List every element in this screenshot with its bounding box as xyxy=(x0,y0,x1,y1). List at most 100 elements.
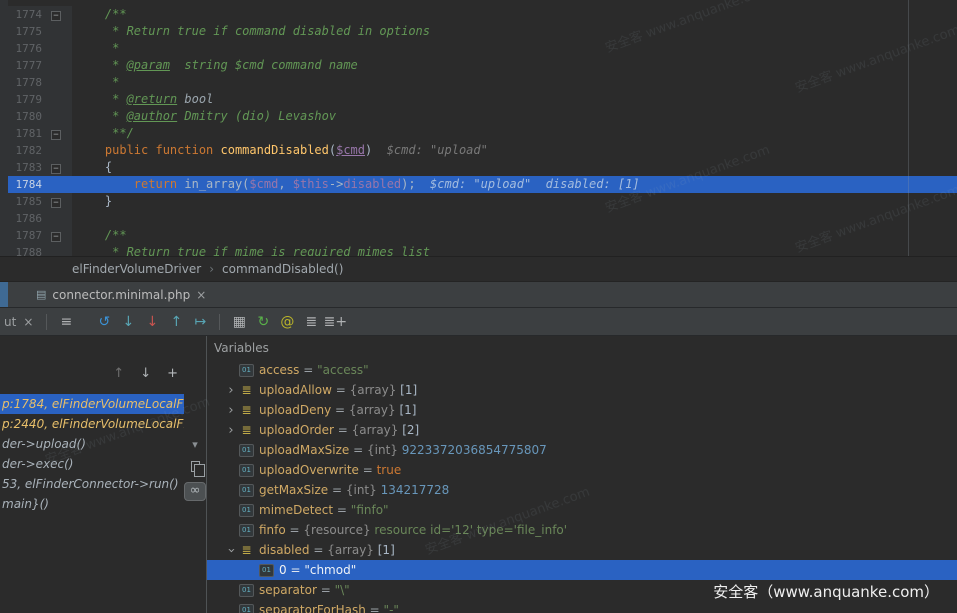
step-out-icon[interactable]: ↑ xyxy=(164,309,188,335)
execution-line[interactable]: 1784 return in_array($cmd, $this->disabl… xyxy=(0,176,957,193)
mute-variables-icon[interactable]: @ xyxy=(275,309,299,335)
scroll-down-icon[interactable]: ▾ xyxy=(192,438,198,451)
partial-tab[interactable] xyxy=(0,282,8,307)
expand-chevron-icon[interactable]: › xyxy=(223,383,239,398)
variable-row[interactable]: 01separatorForHash = "-" xyxy=(207,600,957,613)
primitive-type-icon: 01 xyxy=(239,584,254,597)
layout-icon[interactable]: ▦ xyxy=(227,309,251,335)
primitive-type-icon: 01 xyxy=(259,564,274,577)
partial-output-tab[interactable]: ut × xyxy=(2,315,39,329)
variable-row[interactable]: 01getMaxSize = {int} 134217728 xyxy=(207,480,957,500)
code-line[interactable]: 1780 * @author Dmitry (dio) Levashov xyxy=(0,108,957,125)
fold-icon[interactable]: − xyxy=(51,232,61,242)
code-line[interactable]: 1787− /** xyxy=(0,227,957,244)
frame-down-icon[interactable]: ↓ xyxy=(140,366,151,381)
add-watch-icon[interactable]: ≣+ xyxy=(323,309,347,335)
run-to-cursor-icon[interactable]: ↦ xyxy=(188,309,212,335)
expand-chevron-icon[interactable]: › xyxy=(223,423,239,438)
variable-row[interactable]: 01finfo = {resource} resource id='12' ty… xyxy=(207,520,957,540)
variable-row[interactable]: 01mimeDetect = "finfo" xyxy=(207,500,957,520)
expand-chevron-icon[interactable]: › xyxy=(223,403,239,418)
variable-row[interactable]: 01uploadMaxSize = {int} 9223372036854775… xyxy=(207,440,957,460)
variables-panel: Variables 01access = "access"›≣uploadAll… xyxy=(207,336,957,613)
code-line[interactable]: 1778 * xyxy=(0,74,957,91)
variable-value: {array} xyxy=(349,403,396,417)
variable-row[interactable]: 01uploadOverwrite = true xyxy=(207,460,957,480)
code-text: return in_array($cmd, $this->disabled); … xyxy=(72,176,640,193)
code-line[interactable]: 1786 xyxy=(0,210,957,227)
tab-connector-minimal-php[interactable]: ▤ connector.minimal.php × xyxy=(26,282,216,307)
fold-icon[interactable]: − xyxy=(51,198,61,208)
stack-frame[interactable]: der->exec() xyxy=(0,454,184,474)
variable-name: getMaxSize xyxy=(259,483,328,497)
primitive-type-icon: 01 xyxy=(239,364,254,377)
fold-icon[interactable]: − xyxy=(51,130,61,140)
variable-value: = xyxy=(334,423,352,437)
menu-icon[interactable]: ≡ xyxy=(54,309,78,335)
stack-frame[interactable]: main}() xyxy=(0,494,184,514)
code-editor[interactable]: 1774− /**1775 * Return true if command d… xyxy=(0,0,957,257)
variable-name: uploadAllow xyxy=(259,383,332,397)
variable-name: 0 xyxy=(279,563,287,577)
code-line[interactable]: 1781− **/ xyxy=(0,125,957,142)
array-type-icon: ≣ xyxy=(239,403,254,417)
variable-value: = xyxy=(299,363,317,377)
primitive-type-icon: 01 xyxy=(239,464,254,477)
code-line[interactable]: 1776 * xyxy=(0,40,957,57)
variable-name: uploadOverwrite xyxy=(259,463,359,477)
variable-row[interactable]: 01separator = "\" xyxy=(207,580,957,600)
variable-name: finfo xyxy=(259,523,286,537)
variable-name: uploadDeny xyxy=(259,403,331,417)
frame-up-icon[interactable]: ↑ xyxy=(113,366,124,381)
variable-row[interactable]: 01access = "access" xyxy=(207,360,957,380)
toolbar-separator xyxy=(219,314,220,330)
code-line[interactable]: 1777 * @param string $cmd command name xyxy=(0,57,957,74)
variable-row[interactable]: 010 = "chmod" xyxy=(207,560,957,580)
add-icon[interactable]: + xyxy=(167,366,178,381)
stack-frame[interactable]: p:1784, elFinderVolumeLocalFil xyxy=(0,394,184,414)
breadcrumb-class[interactable]: elFinderVolumeDriver xyxy=(72,262,201,276)
variable-row[interactable]: ›≣disabled = {array} [1] xyxy=(207,540,957,560)
code-line[interactable]: 1785− } xyxy=(0,193,957,210)
variable-value: = xyxy=(332,383,350,397)
copy-icon[interactable] xyxy=(191,461,200,472)
stack-frame[interactable]: p:2440, elFinderVolumeLocalFil xyxy=(0,414,184,434)
breadcrumb-method[interactable]: commandDisabled() xyxy=(222,262,343,276)
numbered-list-icon[interactable]: ≣ xyxy=(299,309,323,335)
stack-frame[interactable]: 53, elFinderConnector->run() xyxy=(0,474,184,494)
variable-row[interactable]: ›≣uploadAllow = {array} [1] xyxy=(207,380,957,400)
rerun-icon[interactable]: ↺ xyxy=(92,309,116,335)
code-line[interactable]: 1774− /** xyxy=(0,6,957,23)
restore-layout-icon[interactable]: ↻ xyxy=(251,309,275,335)
primitive-type-icon: 01 xyxy=(239,604,254,613)
code-text: * @return bool xyxy=(72,91,213,108)
fold-icon[interactable]: − xyxy=(51,11,61,21)
code-line[interactable]: 1783− { xyxy=(0,159,957,176)
code-text: * xyxy=(72,74,119,91)
code-line[interactable]: 1782 public function commandDisabled($cm… xyxy=(0,142,957,159)
tab-close-icon[interactable]: × xyxy=(196,288,206,302)
code-line[interactable]: 1788 * Return true if mime is required m… xyxy=(0,244,957,257)
variable-value: {int} xyxy=(346,483,377,497)
variable-value: = xyxy=(331,403,349,417)
variable-row[interactable]: ›≣uploadOrder = {array} [2] xyxy=(207,420,957,440)
variable-value: = xyxy=(310,543,328,557)
variable-value: {resource} xyxy=(303,523,370,537)
variable-value: = xyxy=(286,523,304,537)
variable-value: [2] xyxy=(398,423,419,437)
breadcrumb-separator-icon: › xyxy=(209,262,214,276)
stack-frame[interactable]: der->upload() xyxy=(0,434,184,454)
fold-icon[interactable]: − xyxy=(51,164,61,174)
variable-name: mimeDetect xyxy=(259,503,333,517)
code-line[interactable]: 1775 * Return true if command disabled i… xyxy=(0,23,957,40)
variable-value: true xyxy=(377,463,402,477)
partial-tab-close-icon[interactable]: × xyxy=(23,315,33,329)
step-into-icon[interactable]: ↓ xyxy=(116,309,140,335)
variable-row[interactable]: ›≣uploadDeny = {array} [1] xyxy=(207,400,957,420)
force-step-into-icon[interactable]: ↓ xyxy=(140,309,164,335)
evaluate-expression-icon[interactable]: ∞ xyxy=(184,482,206,501)
variable-name: uploadOrder xyxy=(259,423,334,437)
array-type-icon: ≣ xyxy=(239,423,254,437)
expand-chevron-icon[interactable]: › xyxy=(224,542,239,558)
code-line[interactable]: 1779 * @return bool xyxy=(0,91,957,108)
